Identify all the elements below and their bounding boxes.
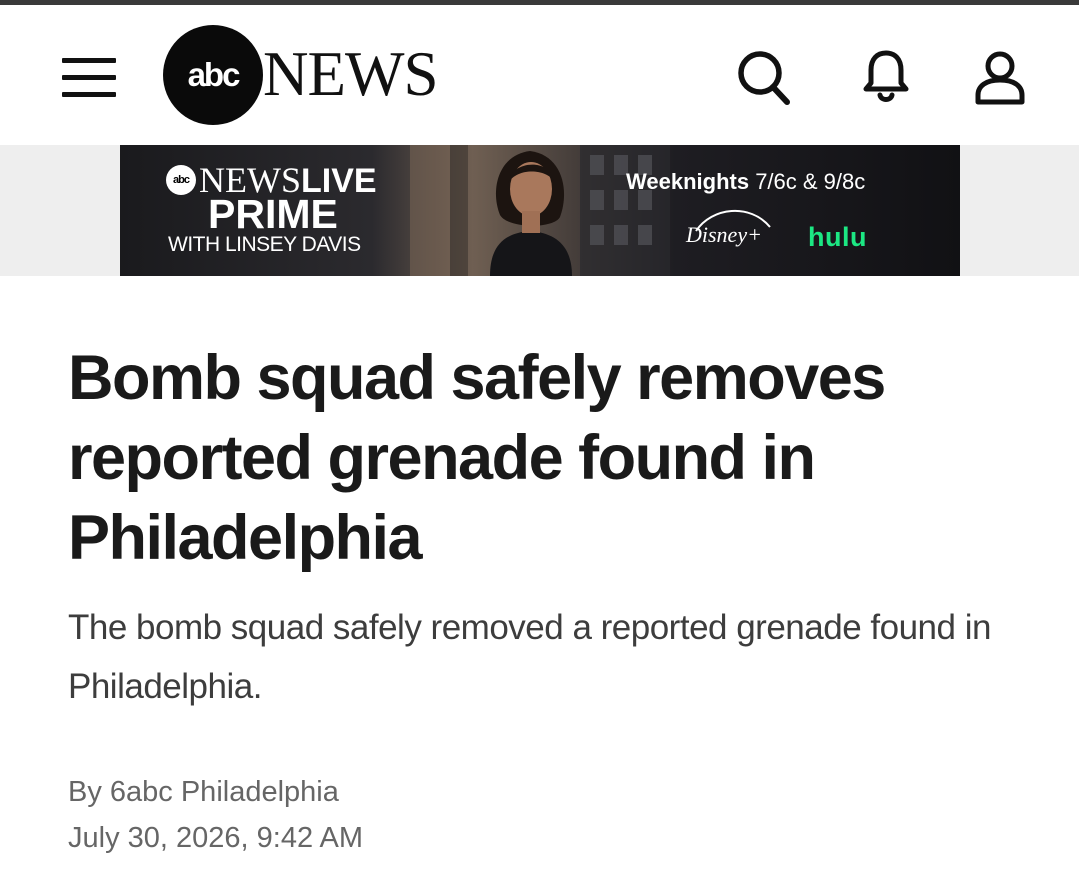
- article-date: July 30, 2026, 9:42 AM: [68, 822, 364, 854]
- hamburger-menu-icon[interactable]: [62, 58, 116, 98]
- banner-abc-mark: abc: [166, 165, 196, 195]
- banner-host-text: WITH LINSEY DAVIS: [168, 233, 361, 256]
- hulu-logo: hulu: [808, 222, 867, 252]
- ad-banner-strip: abc NEWSLIVE PRIME WITH LINSEY DAVIS Week…: [0, 145, 1079, 276]
- banner-schedule-times: 7/6c & 9/8c: [755, 169, 866, 194]
- anchor-photo: [490, 151, 572, 276]
- news-live-prime-banner[interactable]: abc NEWSLIVE PRIME WITH LINSEY DAVIS Week…: [120, 145, 960, 276]
- logo-news-wordmark: NEWS: [263, 39, 438, 109]
- site-header: abc NEWS: [0, 5, 1079, 145]
- banner-schedule-days: Weeknights: [626, 169, 750, 194]
- logo-abc-circle: abc: [163, 25, 263, 125]
- user-icon[interactable]: [970, 45, 1030, 109]
- article-subheadline: The bomb squad safely removed a reported…: [68, 608, 991, 706]
- disney-plus-logo: Disney+: [686, 222, 762, 247]
- search-icon[interactable]: [733, 45, 793, 109]
- article-headline: Bomb squad safely removes reported grena…: [68, 343, 886, 573]
- abc-news-logo[interactable]: abc NEWS: [163, 25, 463, 125]
- banner-schedule: Weeknights 7/6c & 9/8c: [626, 169, 865, 195]
- bell-icon[interactable]: [856, 45, 916, 109]
- banner-prime-text: PRIME: [208, 191, 338, 237]
- article-byline[interactable]: By 6abc Philadelphia: [68, 772, 339, 812]
